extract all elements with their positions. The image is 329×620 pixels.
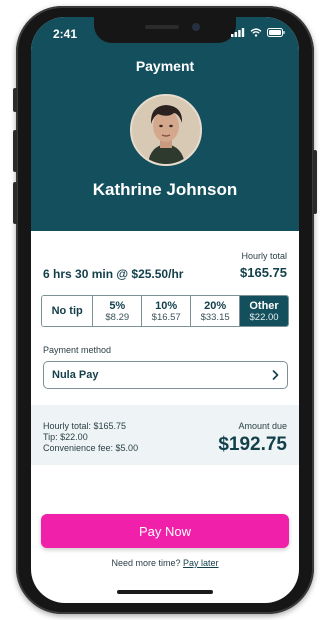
app-screen: 2:41 Payment Kathrine Johnson Hourly tot…: [31, 17, 299, 603]
tip-option-label: Other: [249, 299, 279, 312]
chevron-right-icon: [272, 370, 279, 380]
battery-icon: [267, 28, 285, 37]
avatar: [130, 94, 202, 166]
page-title: Payment: [135, 58, 195, 74]
payment-method-label: Payment method: [43, 345, 112, 355]
home-indicator[interactable]: [117, 590, 213, 594]
provider-name: Kathrine Johnson: [92, 180, 238, 199]
summary-convenience-fee: Convenience fee: $5.00: [43, 443, 139, 453]
tip-option-10[interactable]: 10% $16.57: [141, 296, 191, 326]
payment-method-select[interactable]: Nula Pay: [43, 361, 288, 389]
tip-option-label: No tip: [51, 305, 83, 317]
payment-method-value: Nula Pay: [52, 369, 99, 381]
tip-option-amount: $8.29: [105, 311, 130, 323]
wifi-icon: [250, 28, 262, 37]
hourly-total-value: $165.75: [240, 265, 287, 280]
phone-volume-down-button: [13, 182, 17, 224]
front-camera: [192, 23, 200, 31]
amount-due-label: Amount due: [238, 421, 287, 431]
phone-notch: [94, 17, 236, 43]
tip-option-other[interactable]: Other $22.00: [239, 296, 288, 326]
status-time: 2:41: [53, 27, 78, 41]
pay-now-button[interactable]: Pay Now: [41, 514, 289, 548]
cellular-signal-icon: [231, 28, 245, 37]
more-time-text: Need more time?: [111, 558, 181, 568]
payment-summary: Hourly total: $165.75 Tip: $22.00 Conven…: [31, 405, 299, 465]
more-time-prompt: Need more time? Pay later: [31, 558, 299, 568]
tip-option-5[interactable]: 5% $8.29: [92, 296, 142, 326]
tip-option-20[interactable]: 20% $33.15: [190, 296, 240, 326]
speaker-grille: [145, 25, 179, 29]
phone-side-button: [13, 88, 17, 112]
duration-rate: 6 hrs 30 min @ $25.50/hr: [43, 267, 184, 281]
avatar-photo: [132, 96, 200, 164]
tip-option-label: 20%: [204, 299, 227, 312]
pay-later-link[interactable]: Pay later: [183, 558, 219, 568]
tip-option-label: 5%: [109, 299, 126, 312]
amount-due-value: $192.75: [218, 434, 287, 455]
summary-tip: Tip: $22.00: [43, 432, 88, 442]
tip-option-label: 10%: [155, 299, 178, 312]
phone-volume-up-button: [13, 130, 17, 172]
summary-hourly-total: Hourly total: $165.75: [43, 421, 127, 431]
tip-option-amount: $22.00: [249, 311, 279, 323]
tip-selector: No tip 5% $8.29 10% $16.57 20% $33.15 Ot…: [41, 295, 289, 327]
status-icons: [231, 28, 285, 37]
phone-power-button: [313, 150, 317, 214]
tip-option-no-tip[interactable]: No tip: [42, 296, 93, 326]
hourly-total-label: Hourly total: [241, 251, 287, 261]
tip-option-amount: $33.15: [200, 311, 230, 323]
summary-lines: Hourly total: $165.75 Tip: $22.00 Conven…: [43, 421, 138, 454]
tip-option-amount: $16.57: [151, 311, 181, 323]
